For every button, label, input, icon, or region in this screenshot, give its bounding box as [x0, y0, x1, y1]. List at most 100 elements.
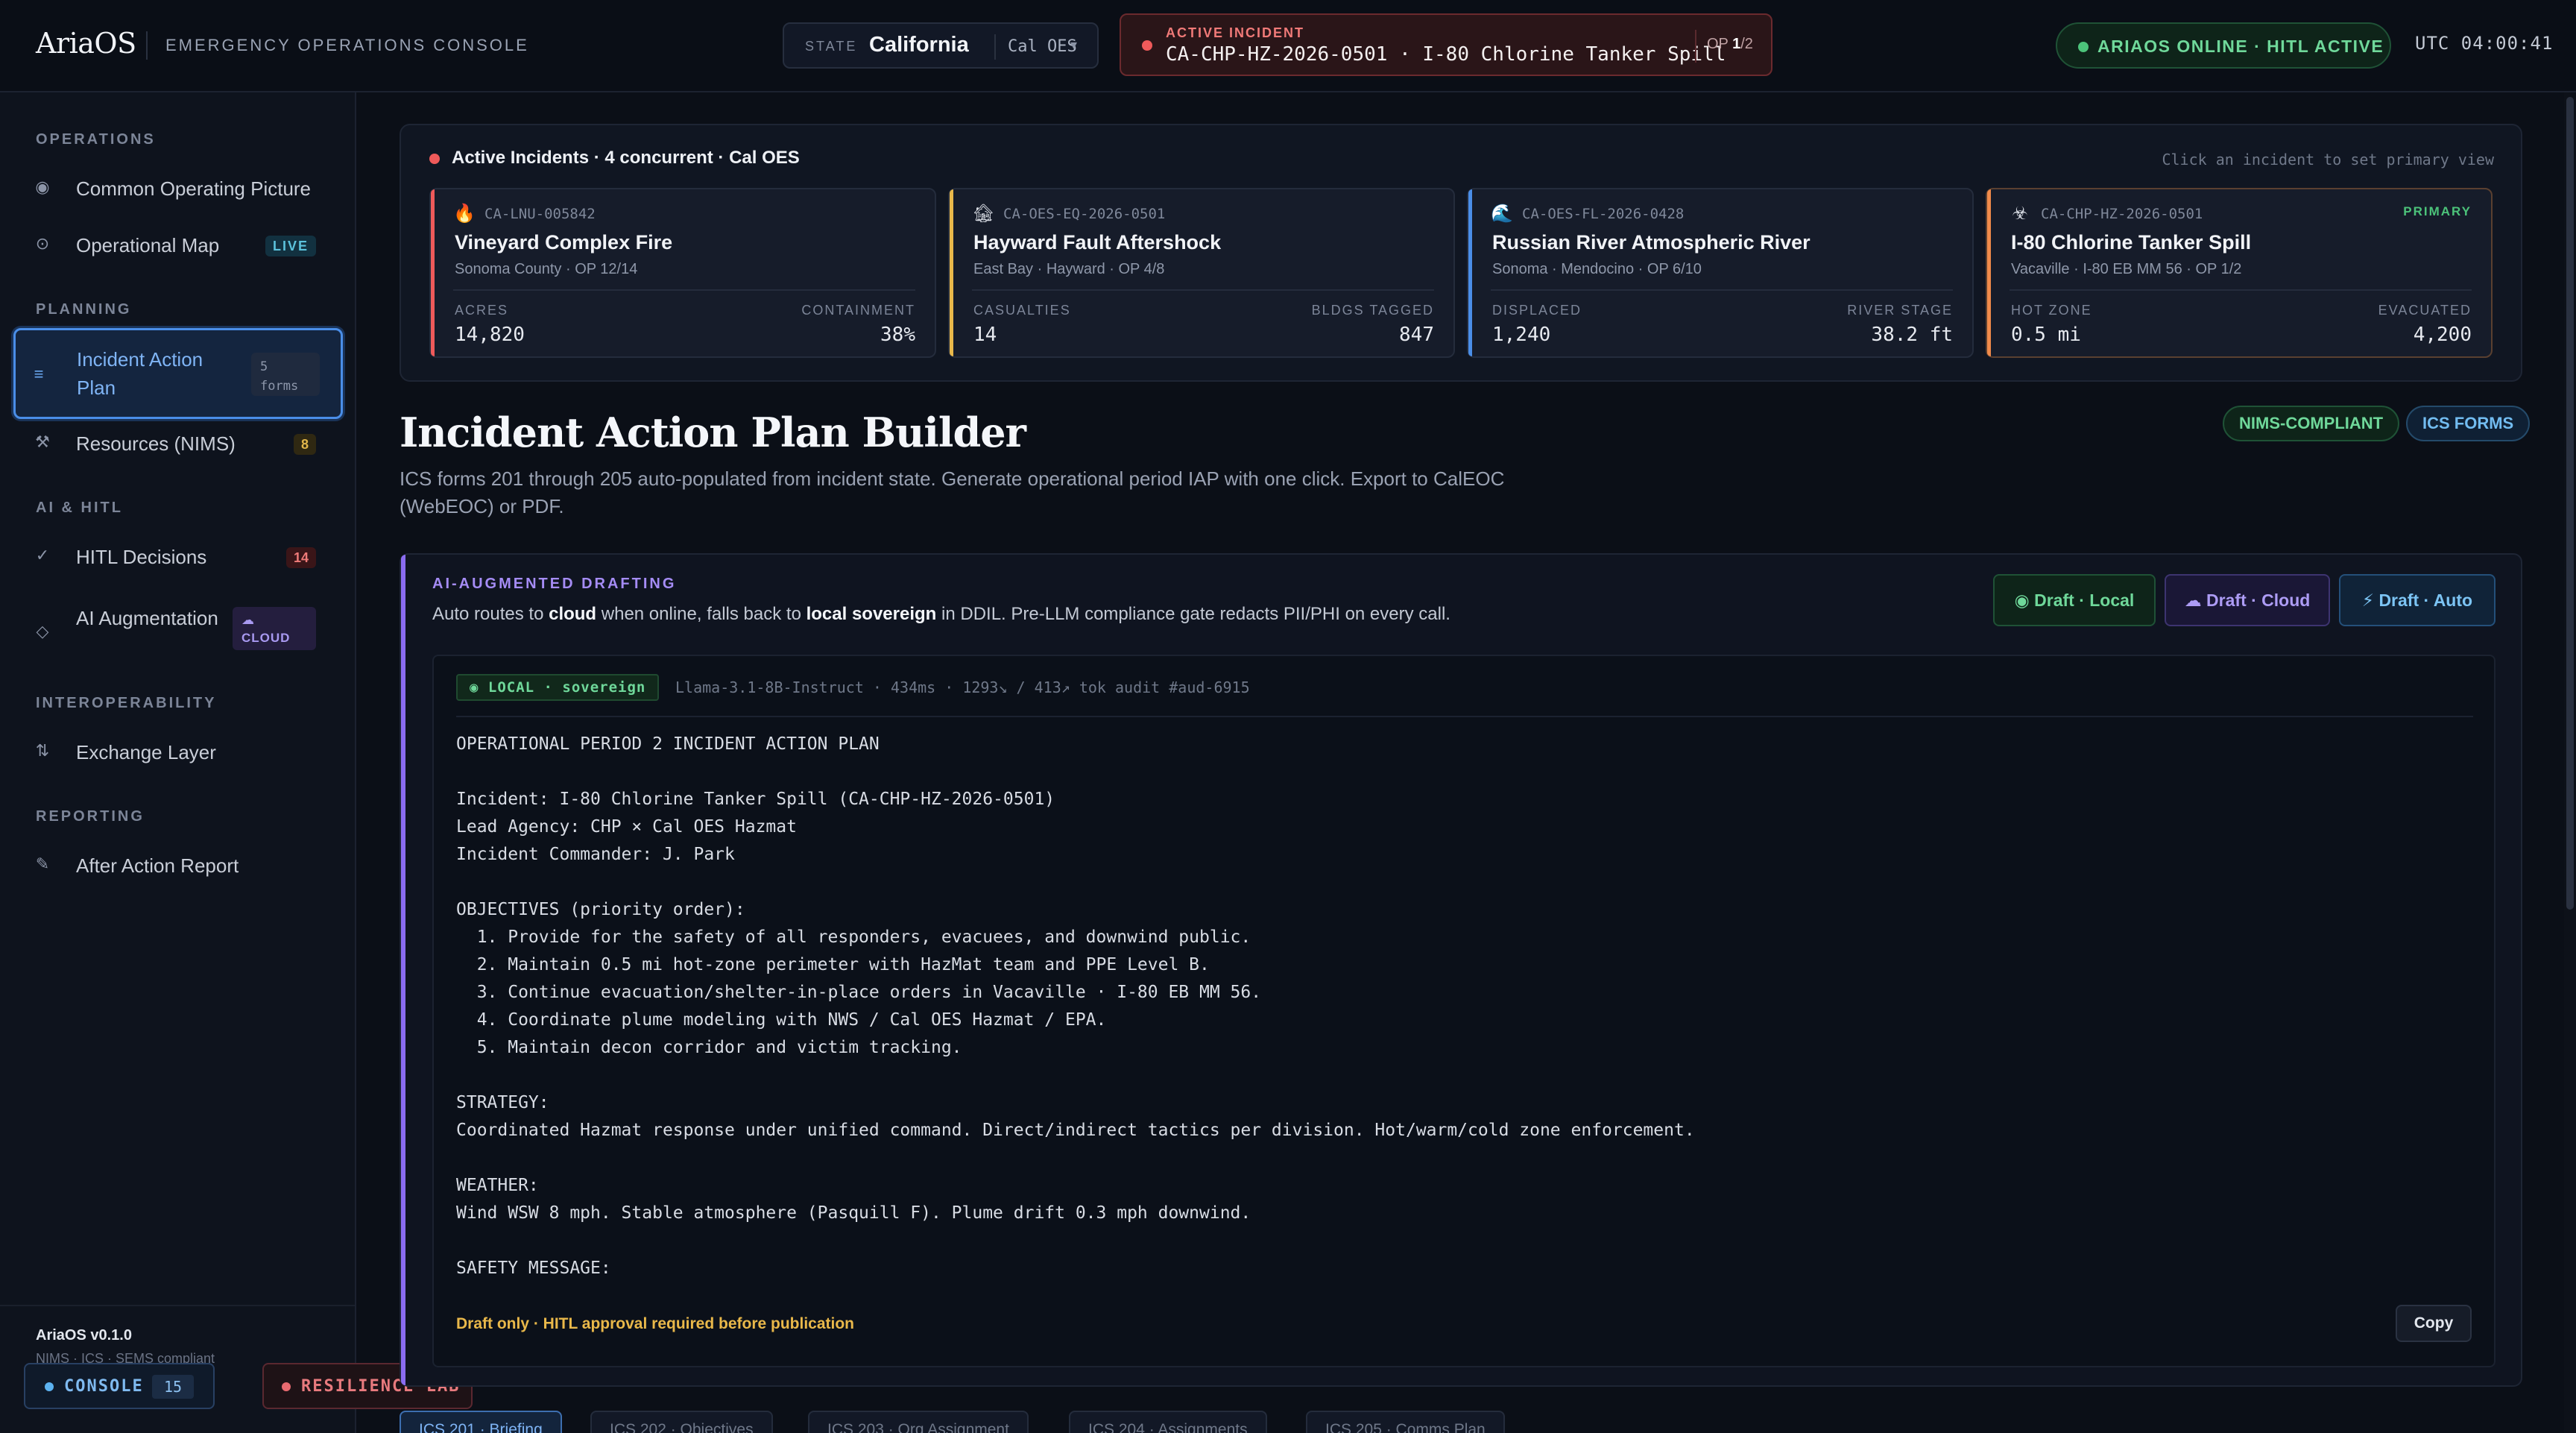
draft-divider — [456, 716, 2473, 717]
active-incident-banner[interactable]: ACTIVE INCIDENT CA-CHP-HZ-2026-0501 · I-… — [1120, 13, 1772, 76]
live-badge: LIVE — [265, 236, 316, 256]
sidebar-item-after-action-report[interactable]: ✎ After Action Report — [18, 841, 338, 889]
draft-line: WEATHER: — [456, 1176, 539, 1195]
incident-card-earthquake[interactable]: 🏚 CA-OES-EQ-2026-0501 Hayward Fault Afte… — [948, 188, 1455, 358]
draft-line — [456, 1227, 2469, 1255]
draft-line: 4. Coordinate plume modeling with NWS / … — [456, 1010, 1107, 1030]
state-divider — [994, 34, 996, 60]
tab-ics-205[interactable]: ICS 205 · Comms Plan — [1306, 1411, 1505, 1433]
crosshair-icon: ⊙ — [35, 234, 50, 253]
sidebar-item-hitl-decisions[interactable]: ✓ HITL Decisions 14 — [18, 532, 338, 580]
draft-line: Coordinated Hazmat response under unifie… — [456, 1121, 1695, 1140]
draft-output-panel: ◉ LOCAL · sovereign Llama-3.1-8B-Instruc… — [432, 655, 2496, 1367]
incident-location: Vacaville · I-80 EB MM 56 · OP 1/2 — [2011, 261, 2242, 277]
brand-divider — [146, 31, 148, 60]
stat-label: HOT ZONE — [2011, 303, 2092, 318]
draft-line: OPERATIONAL PERIOD 2 INCIDENT ACTION PLA… — [456, 734, 880, 754]
tab-ics-204[interactable]: ICS 204 · Assignments — [1069, 1411, 1267, 1433]
section-reporting: REPORTING — [36, 808, 145, 825]
ics-forms-badge: ICS FORMS — [2406, 406, 2531, 441]
section-ai-hitl: AI & HITL — [36, 500, 123, 516]
sidebar-item-common-operating-picture[interactable]: ◉ Common Operating Picture — [18, 164, 338, 212]
cloud-icon: ☁ — [242, 613, 255, 627]
active-incidents-hint: Click an incident to set primary view — [2162, 151, 2494, 169]
main-scrollbar-thumb[interactable] — [2566, 97, 2574, 910]
primary-badge: PRIMARY — [2403, 204, 2472, 218]
tab-ics-201[interactable]: ICS 201 · Briefing — [400, 1411, 562, 1433]
pencil-icon: ✎ — [35, 854, 50, 873]
incident-card-flood[interactable]: 🌊 CA-OES-FL-2026-0428 Russian River Atmo… — [1467, 188, 1974, 358]
tools-icon: ⚒ — [35, 432, 50, 451]
card-divider — [1491, 289, 1953, 291]
stat-value: 847 — [1399, 324, 1434, 346]
incident-status-bar — [1468, 189, 1472, 356]
stat-label: RIVER STAGE — [1847, 303, 1953, 318]
resilience-dot-icon — [282, 1382, 291, 1391]
stat-label: EVACUATED — [2378, 303, 2472, 318]
sidebar-item-incident-action-plan[interactable]: ≡ Incident Action Plan 5 forms — [13, 328, 343, 419]
draft-line: OBJECTIVES (priority order): — [456, 900, 745, 919]
draft-auto-button[interactable]: ⚡ Draft · Auto — [2339, 574, 2496, 626]
nims-compliant-badge: NIMS-COMPLIANT — [2223, 406, 2400, 441]
stat-label: CONTAINMENT — [801, 303, 915, 318]
draft-local-button[interactable]: ◉ Draft · Local — [1993, 574, 2156, 626]
incident-divider — [1695, 30, 1696, 63]
ai-drafting-label: AI-AUGMENTED DRAFTING — [432, 576, 677, 592]
stat-label: ACRES — [455, 303, 509, 318]
incident-location: Sonoma County · OP 12/14 — [455, 261, 638, 277]
check-icon: ✓ — [35, 546, 50, 564]
incident-card-hazmat[interactable]: ☣ CA-CHP-HZ-2026-0501 PRIMARY I-80 Chlor… — [1986, 188, 2493, 358]
model-metadata: Llama-3.1-8B-Instruct · 434ms · 1293↘ / … — [675, 678, 1250, 696]
page-description: ICS forms 201 through 205 auto-populated… — [400, 467, 1505, 517]
version-label: AriaOS v0.1.0 — [36, 1327, 132, 1344]
top-bar: AriaOS EMERGENCY OPERATIONS CONSOLE STAT… — [0, 0, 2576, 92]
state-agency: Cal OES — [1008, 37, 1077, 56]
sidebar-item-exchange-layer[interactable]: ⇅ Exchange Layer — [18, 728, 338, 775]
card-divider — [972, 289, 1434, 291]
operational-period: OP 1/2 — [1707, 36, 1753, 52]
draft-line: 5. Maintain decon corridor and victim tr… — [456, 1038, 962, 1057]
card-divider — [453, 289, 915, 291]
ai-drafting-description: Auto routes to cloud when online, falls … — [432, 604, 1450, 624]
section-operations: OPERATIONS — [36, 131, 156, 148]
sidebar-item-resources[interactable]: ⚒ Resources (NIMS) 8 — [18, 419, 338, 467]
state-label: STATE — [805, 39, 858, 54]
sidebar: OPERATIONS ◉ Common Operating Picture ⊙ … — [0, 92, 356, 1433]
incident-code: CA-OES-EQ-2026-0501 — [1003, 206, 1166, 222]
stat-value: 4,200 — [2413, 324, 2472, 346]
draft-cloud-button[interactable]: ☁ Draft · Cloud — [2165, 574, 2330, 626]
brand-logo[interactable]: AriaOS — [36, 27, 136, 60]
sidebar-item-ai-augmentation[interactable]: ◇ AI Augmentation ☁ CLOUD — [18, 599, 338, 664]
sidebar-item-operational-map[interactable]: ⊙ Operational Map LIVE — [18, 221, 338, 268]
draft-text[interactable]: OPERATIONAL PERIOD 2 INCIDENT ACTION PLA… — [456, 731, 2469, 1281]
console-button[interactable]: CONSOLE 15 — [24, 1363, 215, 1409]
stat-label: CASUALTIES — [973, 303, 1071, 318]
stat-value: 1,240 — [1492, 324, 1551, 346]
local-sovereign-badge: ◉ LOCAL · sovereign — [456, 674, 660, 701]
draft-line — [456, 1144, 2469, 1172]
target-icon: ◉ — [35, 177, 50, 196]
cloud-badge: ☁ CLOUD — [233, 607, 316, 650]
draft-line: 1. Provide for the safety of all respond… — [456, 927, 1251, 947]
sidebar-item-label: After Action Report — [76, 854, 239, 877]
panel-accent-bar — [401, 555, 405, 1385]
incident-name: Vineyard Complex Fire — [455, 231, 673, 253]
ai-drafting-panel: AI-AUGMENTED DRAFTING Auto routes to clo… — [400, 553, 2522, 1387]
stat-value: 38.2 ft — [1871, 324, 1953, 346]
copy-button[interactable]: Copy — [2396, 1305, 2472, 1342]
active-incidents-title: Active Incidents · 4 concurrent · Cal OE… — [452, 148, 800, 168]
draft-line: STRATEGY: — [456, 1093, 549, 1112]
incident-card-fire[interactable]: 🔥 CA-LNU-005842 Vineyard Complex Fire So… — [429, 188, 936, 358]
state-selector[interactable]: STATE California Cal OES ▾ — [783, 22, 1099, 69]
console-count-badge: 15 — [152, 1375, 194, 1399]
resources-count-badge: 8 — [293, 434, 316, 455]
sidebar-item-label: AI Augmentation — [76, 607, 218, 629]
list-icon: ≡ — [34, 365, 44, 383]
section-interoperability: INTEROPERABILITY — [36, 695, 217, 711]
draft-line: Wind WSW 8 mph. Stable atmosphere (Pasqu… — [456, 1203, 1251, 1223]
tab-ics-203[interactable]: ICS 203 · Org Assignment — [808, 1411, 1029, 1433]
online-dot-icon — [2078, 42, 2089, 52]
sidebar-item-label: Operational Map — [76, 234, 220, 256]
incident-location: Sonoma · Mendocino · OP 6/10 — [1492, 261, 1702, 277]
tab-ics-202[interactable]: ICS 202 · Objectives — [590, 1411, 773, 1433]
